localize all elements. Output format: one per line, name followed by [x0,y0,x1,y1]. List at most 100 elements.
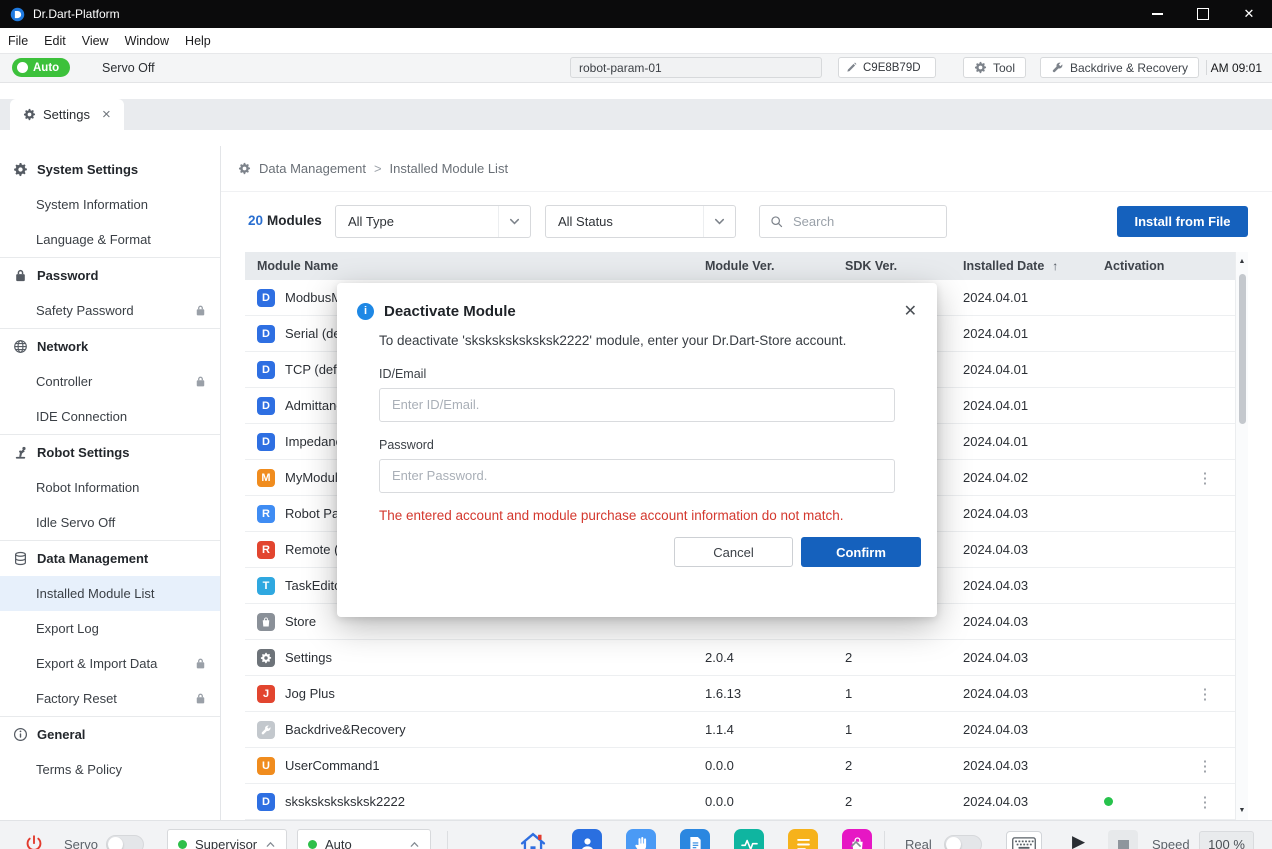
table-row-jog-plus[interactable]: JJog Plus1.6.1312024.04.03⋮ [245,676,1235,712]
sidebar-item-ide-connection[interactable]: IDE Connection [0,399,220,434]
task-editor-app-icon[interactable] [788,829,818,849]
kebab-menu-icon[interactable]: ⋮ [1198,685,1213,703]
minimize-icon [1152,13,1163,15]
mode-badge[interactable]: Auto [12,58,70,77]
lock-icon [194,692,207,705]
sidebar-section-robot-settings[interactable]: Robot Settings [0,435,220,470]
sidebar-item-language-format[interactable]: Language & Format [0,222,220,257]
password-input[interactable] [379,459,895,493]
sidebar-item-idle-servo-off[interactable]: Idle Servo Off [0,505,220,540]
sidebar-item-label: Export Log [36,621,99,636]
operation-mode-dropdown[interactable]: Auto [297,829,431,849]
menu-help[interactable]: Help [177,34,219,48]
table-row-backdrive-recovery[interactable]: Backdrive&Recovery1.1.412024.04.03 [245,712,1235,748]
confirm-button[interactable]: Confirm [801,537,921,567]
table-row-usercommand1[interactable]: UUserCommand10.0.022024.04.03⋮ [245,748,1235,784]
sdk-version: 1 [840,722,955,737]
module-version: 0.0.0 [700,794,840,809]
dialog-close-icon[interactable]: ✕ [904,301,917,321]
maximize-button[interactable] [1180,0,1226,28]
sidebar-section-general[interactable]: General [0,717,220,752]
real-mode-toggle[interactable] [944,835,982,849]
sidebar-section-network[interactable]: Network [0,329,220,364]
status-filter-value: All Status [558,214,613,229]
status-filter-dropdown[interactable]: All Status [545,205,736,238]
jog-app-icon[interactable] [626,829,656,849]
backdrive-recovery-button[interactable]: Backdrive & Recovery [1040,57,1199,78]
menu-file[interactable]: File [0,34,36,48]
installed-date: 2024.04.03 [955,506,1090,521]
scroll-up-icon[interactable]: ▲ [1239,255,1246,268]
installed-date: 2024.04.03 [955,686,1090,701]
sidebar-item-label: Safety Password [36,303,134,318]
breadcrumb-parent[interactable]: Data Management [259,161,366,176]
sidebar-item-controller[interactable]: Controller [0,364,220,399]
task-writer-app-icon[interactable] [680,829,710,849]
play-button[interactable]: ▶ [1072,833,1085,849]
servo-toggle[interactable] [106,835,144,849]
menu-view[interactable]: View [74,34,117,48]
tool-button[interactable]: Tool [963,57,1026,78]
sidebar-item-robot-information[interactable]: Robot Information [0,470,220,505]
status-bar: Servo Supervisor Auto Real ▶ Speed 100 % [0,820,1272,849]
dock-collapse-icon[interactable] [849,837,863,849]
scroll-down-icon[interactable]: ▼ [1239,804,1246,817]
kebab-menu-icon[interactable]: ⋮ [1198,793,1213,811]
table-row-sksksksksksksk2222[interactable]: Dsksksksksksksk22220.0.022024.04.03⋮ [245,784,1235,820]
user-role-dropdown[interactable]: Supervisor [167,829,287,849]
module-version: 1.6.13 [700,686,840,701]
installed-date: 2024.04.03 [955,794,1090,809]
close-button[interactable]: ✕ [1226,0,1272,28]
installed-date: 2024.04.01 [955,398,1090,413]
info-icon [13,727,28,742]
menu-window[interactable]: Window [117,34,177,48]
stop-button[interactable] [1108,830,1138,849]
power-icon[interactable] [24,834,44,849]
vertical-scrollbar[interactable]: ▲ ▼ [1235,252,1248,820]
robot-manager-app-icon[interactable] [572,829,602,849]
user-command-icon: U [257,757,275,775]
module-name: Store [285,614,316,629]
search-icon [770,215,783,228]
search-input[interactable] [791,213,925,230]
sidebar-item-label: Idle Servo Off [36,515,115,530]
id-email-input[interactable] [379,388,895,422]
home-app-icon[interactable] [518,829,548,849]
sidebar-item-terms-policy[interactable]: Terms & Policy [0,752,220,787]
sidebar-item-system-information[interactable]: System Information [0,187,220,222]
sidebar-item-safety-password[interactable]: Safety Password [0,293,220,328]
dock-divider [447,831,448,849]
sidebar-section-system-settings[interactable]: System Settings [0,152,220,187]
scrollbar-thumb[interactable] [1239,274,1246,424]
breadcrumb-current: Installed Module List [390,161,509,176]
installed-date: 2024.04.03 [955,758,1090,773]
header-installed-date[interactable]: Installed Date ↑ [955,259,1090,273]
sidebar-item-export-log[interactable]: Export Log [0,611,220,646]
sidebar-section-password[interactable]: Password [0,258,220,293]
monitoring-app-icon[interactable] [734,829,764,849]
servo-label: Servo [64,837,98,849]
device-id-badge[interactable]: C9E8B79D [838,57,936,78]
kebab-menu-icon[interactable]: ⋮ [1198,469,1213,487]
sidebar-section-data-management[interactable]: Data Management [0,541,220,576]
tab-settings[interactable]: Settings × [10,99,124,130]
virtual-keyboard-button[interactable] [1006,831,1042,849]
cancel-button[interactable]: Cancel [674,537,793,567]
install-from-file-button[interactable]: Install from File [1117,206,1248,237]
menu-edit[interactable]: Edit [36,34,74,48]
table-row-settings[interactable]: Settings2.0.422024.04.03 [245,640,1235,676]
search-box[interactable] [759,205,947,238]
kebab-menu-icon[interactable]: ⋮ [1198,757,1213,775]
type-filter-dropdown[interactable]: All Type [335,205,531,238]
sidebar: System Settings System InformationLanguag… [0,146,221,820]
sidebar-item-installed-module-list[interactable]: Installed Module List [0,576,220,611]
gear-icon [13,162,28,177]
minimize-button[interactable] [1134,0,1180,28]
robot-param-input[interactable] [570,57,822,78]
sidebar-item-label: Installed Module List [36,586,155,601]
sidebar-section-label: System Settings [37,162,138,177]
sidebar-item-export-import-data[interactable]: Export & Import Data [0,646,220,681]
tab-close-icon[interactable]: × [102,106,111,123]
sidebar-item-factory-reset[interactable]: Factory Reset [0,681,220,716]
sort-ascending-icon[interactable]: ↑ [1052,259,1058,273]
